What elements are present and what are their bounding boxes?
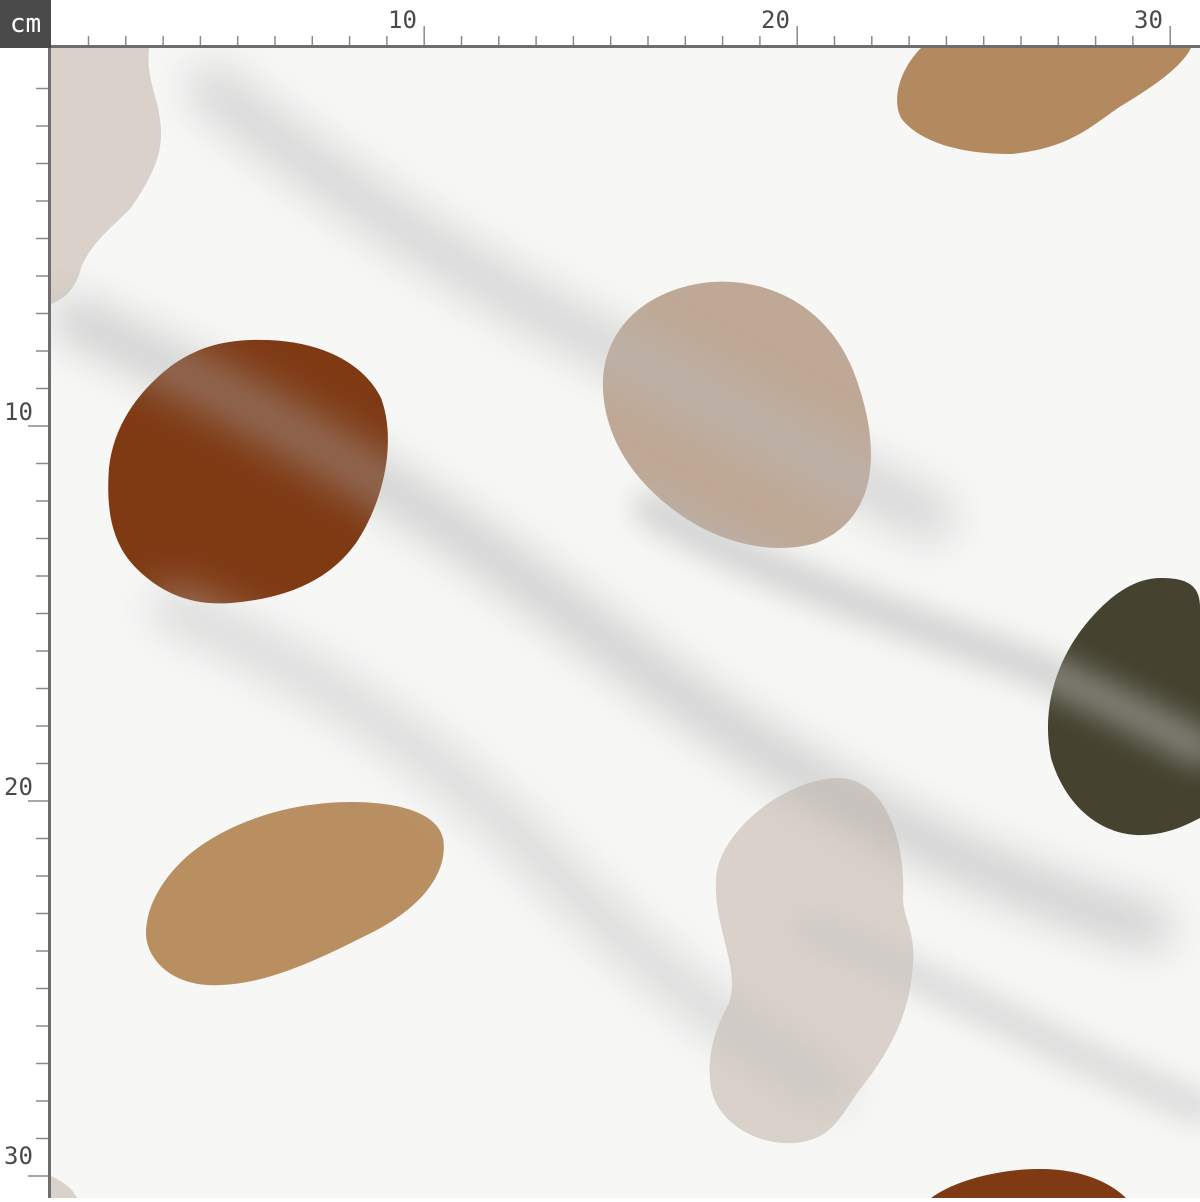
horizontal-ruler-ticks: [87, 26, 1171, 45]
ruler-label-left-30: 30: [4, 1142, 33, 1170]
vertical-ruler-ticks: [28, 87, 48, 1177]
ruler-label-left-20: 20: [4, 773, 33, 801]
ruler-label-top-30: 30: [1134, 6, 1163, 34]
ruler-label-left-10: 10: [4, 398, 33, 426]
fabric-swatch: [51, 48, 1200, 1198]
vertical-ruler: 10 20 30: [0, 48, 51, 1198]
unit-label: cm: [0, 0, 51, 48]
horizontal-ruler: 10 20 30: [51, 0, 1200, 48]
fabric-pattern: [51, 48, 1200, 1198]
ruler-label-top-10: 10: [388, 6, 417, 34]
ruler-label-top-20: 20: [761, 6, 790, 34]
